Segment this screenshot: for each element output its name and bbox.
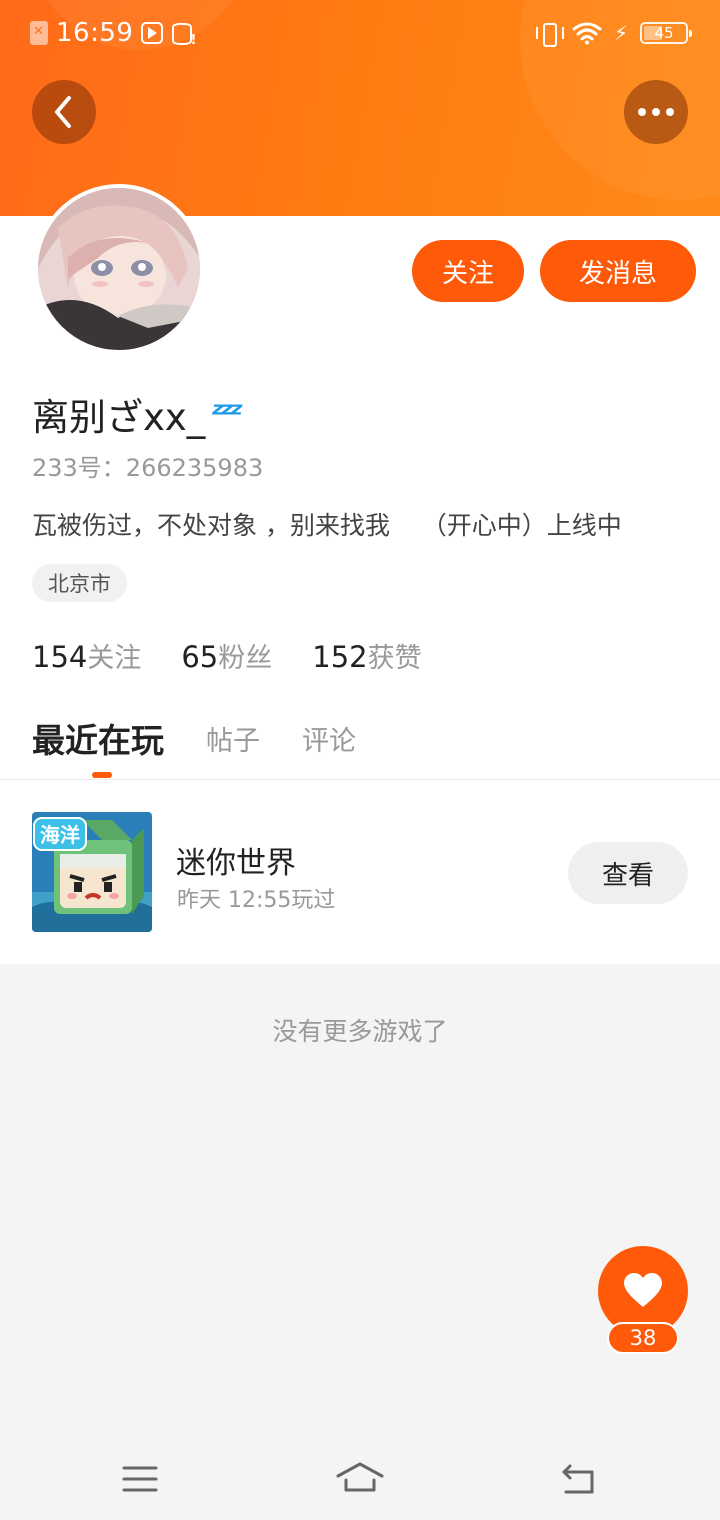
status-left: 16:59 xyxy=(30,16,196,50)
data-warning-icon xyxy=(171,22,196,48)
username: 离别ざxx_ xyxy=(32,396,206,439)
game-list-item[interactable]: 海洋 迷你世界 昨天 12:55玩过 查看 xyxy=(0,780,720,964)
avatar-image xyxy=(38,188,200,350)
tab-posts[interactable]: 帖子 xyxy=(206,719,260,758)
stat-following[interactable]: 154关注 xyxy=(32,636,141,675)
game-art: 海洋 xyxy=(32,812,152,932)
stat-label: 粉丝 xyxy=(218,643,273,674)
home-icon[interactable] xyxy=(334,1458,386,1498)
chevron-left-icon xyxy=(55,96,71,128)
stats-row: 154关注 65粉丝 152获赞 xyxy=(32,636,422,678)
follow-button[interactable]: 关注 xyxy=(412,240,524,302)
stat-value: 154 xyxy=(32,640,88,674)
profile-tabs: 最近在玩 帖子 评论 xyxy=(32,712,398,764)
stat-followers[interactable]: 65粉丝 xyxy=(181,636,272,675)
bio: 瓦被伤过，不处对象 ，别来找我 （开心中）上线中 xyxy=(32,511,622,540)
video-app-icon xyxy=(141,22,164,44)
stat-likes[interactable]: 152获赞 xyxy=(312,636,421,675)
send-message-button[interactable]: 发消息 xyxy=(540,240,696,302)
stat-label: 获赞 xyxy=(367,643,422,674)
stat-value: 65 xyxy=(181,640,219,674)
game-last-played: 昨天 12:55玩过 xyxy=(177,888,336,913)
tab-recently-played[interactable]: 最近在玩 xyxy=(32,714,164,762)
no-more-games-text: 没有更多游戏了 xyxy=(272,1017,448,1046)
status-bar: 16:59 ⚡ 45 xyxy=(0,0,720,66)
charging-icon: ⚡ xyxy=(613,21,628,45)
battery-level: 45 xyxy=(654,24,674,42)
vibrate-icon xyxy=(535,21,564,47)
game-name: 迷你世界 xyxy=(176,846,296,881)
more-dots-icon xyxy=(638,108,674,116)
more-button[interactable] xyxy=(624,80,688,144)
view-game-button[interactable]: 查看 xyxy=(568,842,688,904)
tab-comments[interactable]: 评论 xyxy=(302,719,356,758)
game-thumbnail: 海洋 xyxy=(32,812,152,932)
wifi-icon xyxy=(572,22,602,45)
avatar[interactable] xyxy=(34,184,204,354)
system-nav-bar xyxy=(0,1436,720,1520)
status-time: 16:59 xyxy=(56,18,134,48)
like-count-badge: 38 xyxy=(607,1322,679,1354)
location-chip: 北京市 xyxy=(32,564,127,602)
battery-icon: 45 xyxy=(640,22,692,44)
game-thumb-label: 海洋 xyxy=(40,823,80,847)
username-row: 离别ざxx_ ᶻᶻᶻ xyxy=(32,388,243,440)
stat-label: 关注 xyxy=(87,643,142,674)
tab-indicator xyxy=(92,772,112,778)
zzz-sleep-icon: ᶻᶻᶻ xyxy=(211,395,243,433)
user-id: 233号：266235983 xyxy=(32,454,264,482)
back-button[interactable] xyxy=(32,80,96,144)
no-sim-icon xyxy=(30,21,48,45)
menu-icon[interactable] xyxy=(120,1464,160,1494)
stat-value: 152 xyxy=(312,640,368,674)
heart-icon xyxy=(624,1273,662,1307)
status-right: ⚡ 45 xyxy=(535,18,692,48)
back-nav-icon[interactable] xyxy=(558,1462,600,1496)
